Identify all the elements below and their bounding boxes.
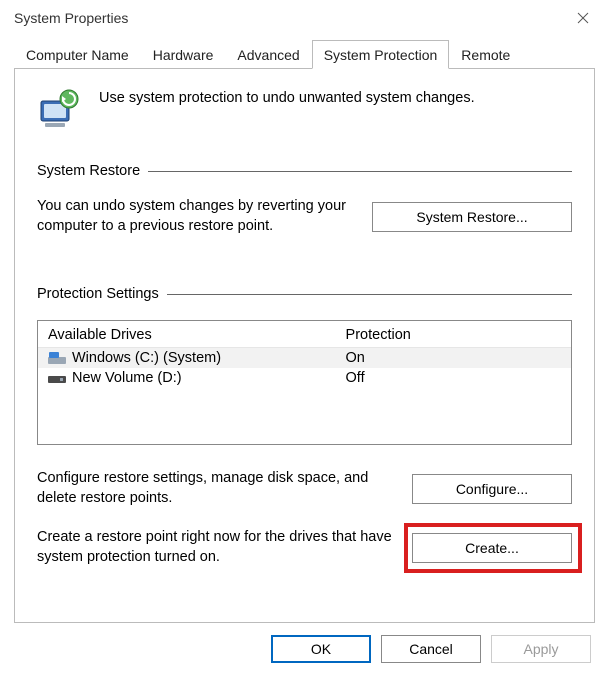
- drive-row[interactable]: Windows (C:) (System) On: [38, 348, 571, 368]
- col-protection: Protection: [346, 327, 561, 343]
- section-protection-title: Protection Settings: [37, 286, 159, 302]
- drive-row[interactable]: New Volume (D:) Off: [38, 368, 571, 388]
- close-icon: [577, 12, 589, 24]
- apply-button[interactable]: Apply: [491, 635, 591, 663]
- tab-hardware[interactable]: Hardware: [141, 40, 226, 69]
- create-text: Create a restore point right now for the…: [37, 528, 398, 567]
- drive-icon: [48, 371, 66, 385]
- configure-button[interactable]: Configure...: [412, 474, 572, 504]
- titlebar: System Properties: [0, 0, 609, 36]
- section-protection-title-row: Protection Settings: [37, 286, 572, 302]
- create-highlight: Create...: [412, 533, 572, 563]
- drives-body: Windows (C:) (System) On New Volume (D:)…: [38, 348, 571, 444]
- tab-system-protection[interactable]: System Protection: [312, 40, 450, 69]
- cancel-button[interactable]: Cancel: [381, 635, 481, 663]
- create-button[interactable]: Create...: [412, 533, 572, 563]
- tabs: Computer Name Hardware Advanced System P…: [0, 40, 609, 69]
- restore-text: You can undo system changes by reverting…: [37, 197, 354, 236]
- drive-name: New Volume (D:): [72, 370, 182, 386]
- configure-row: Configure restore settings, manage disk …: [37, 469, 572, 508]
- restore-row: You can undo system changes by reverting…: [37, 197, 572, 236]
- tab-advanced[interactable]: Advanced: [225, 40, 311, 69]
- col-available-drives: Available Drives: [48, 327, 346, 343]
- tab-computer-name[interactable]: Computer Name: [14, 40, 141, 69]
- configure-text: Configure restore settings, manage disk …: [37, 469, 398, 508]
- intro-row: Use system protection to undo unwanted s…: [37, 87, 572, 133]
- window-title: System Properties: [14, 10, 128, 26]
- drives-table: Available Drives Protection Windows (C:)…: [37, 320, 572, 445]
- drive-name: Windows (C:) (System): [72, 350, 221, 366]
- ok-button[interactable]: OK: [271, 635, 371, 663]
- create-row: Create a restore point right now for the…: [37, 528, 572, 567]
- drive-icon: [48, 351, 66, 365]
- drives-header: Available Drives Protection: [38, 321, 571, 348]
- close-button[interactable]: [561, 3, 605, 33]
- drive-protection: On: [346, 350, 561, 366]
- divider: [167, 294, 572, 295]
- tab-remote[interactable]: Remote: [449, 40, 522, 69]
- tab-content: Use system protection to undo unwanted s…: [14, 68, 595, 623]
- footer-buttons: OK Cancel Apply: [0, 623, 609, 677]
- drive-protection: Off: [346, 370, 561, 386]
- section-restore-title: System Restore: [37, 163, 140, 179]
- system-properties-window: System Properties Computer Name Hardware…: [0, 0, 609, 700]
- section-restore-title-row: System Restore: [37, 163, 572, 179]
- system-protection-icon: [37, 87, 83, 133]
- system-restore-button[interactable]: System Restore...: [372, 202, 572, 232]
- intro-text: Use system protection to undo unwanted s…: [99, 87, 475, 108]
- divider: [148, 171, 572, 172]
